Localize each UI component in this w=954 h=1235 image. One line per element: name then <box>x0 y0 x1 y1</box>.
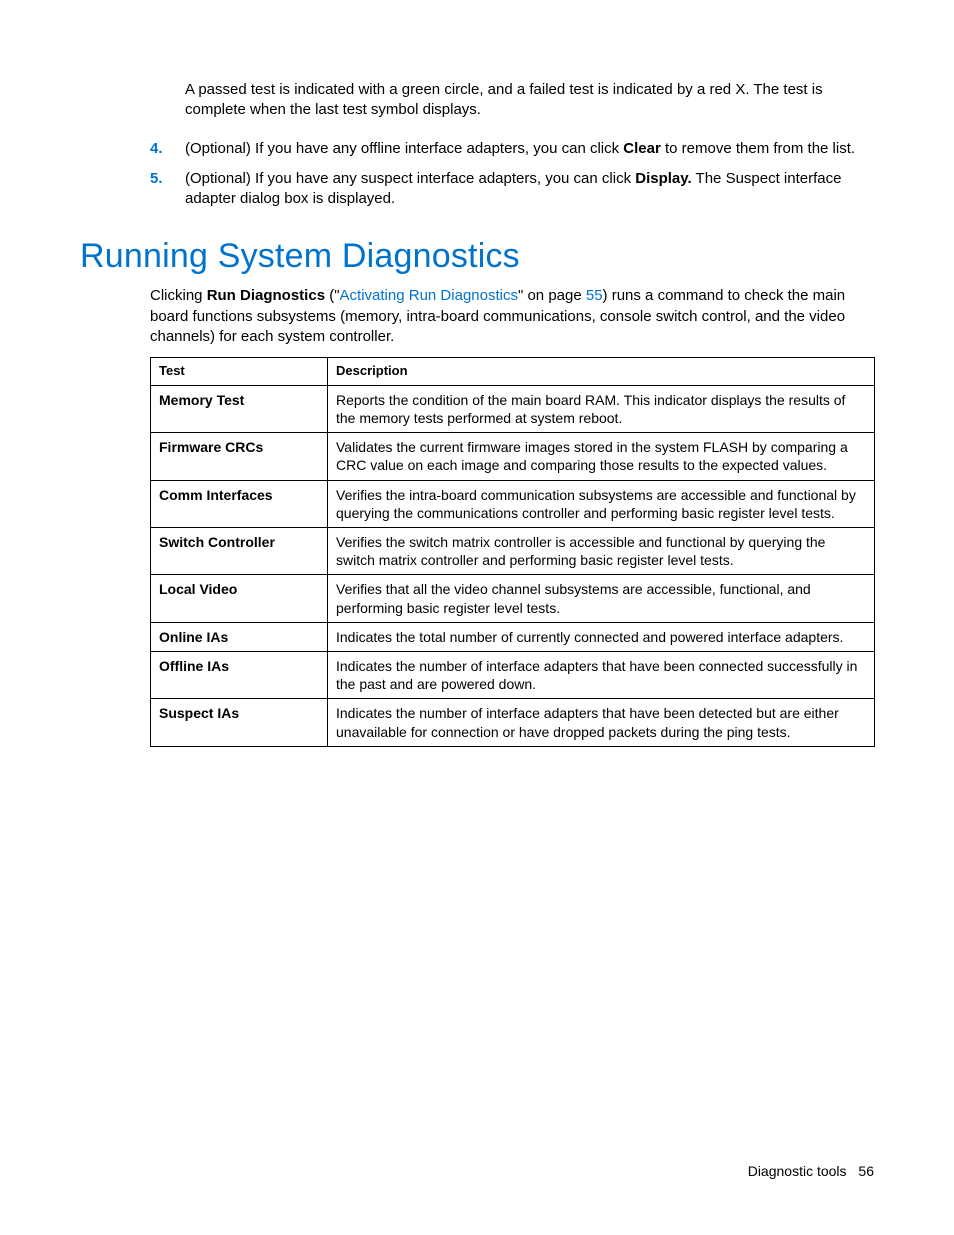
step-marker: 4. <box>150 139 163 159</box>
table-cell-test: Memory Test <box>151 385 328 432</box>
page-container: A passed test is indicated with a green … <box>0 0 954 1235</box>
step-text-before: (Optional) If you have any suspect inter… <box>185 170 635 187</box>
diagnostics-table: Test Description Memory Test Reports the… <box>150 357 875 747</box>
table-cell-test: Local Video <box>151 575 328 622</box>
section-mid: " on page <box>518 287 586 304</box>
section-bold: Run Diagnostics <box>207 287 325 304</box>
table-row: Firmware CRCs Validates the current firm… <box>151 433 875 480</box>
table-header-test: Test <box>151 358 328 386</box>
xref-link-page[interactable]: 55 <box>586 287 603 304</box>
table-cell-desc: Indicates the number of interface adapte… <box>328 699 875 746</box>
table-row: Offline IAs Indicates the number of inte… <box>151 651 875 698</box>
step-text-before: (Optional) If you have any offline inter… <box>185 140 623 157</box>
table-cell-test: Comm Interfaces <box>151 480 328 527</box>
step-text-after: to remove them from the list. <box>661 140 855 157</box>
table-cell-test: Offline IAs <box>151 651 328 698</box>
table-header-row: Test Description <box>151 358 875 386</box>
intro-paragraph: A passed test is indicated with a green … <box>185 80 874 121</box>
table-cell-desc: Validates the current firmware images st… <box>328 433 875 480</box>
section-paragraph: Clicking Run Diagnostics ("Activating Ru… <box>150 286 874 347</box>
table-cell-desc: Verifies the switch matrix controller is… <box>328 528 875 575</box>
step-item-4: 4. (Optional) If you have any offline in… <box>150 139 874 159</box>
table-header-description: Description <box>328 358 875 386</box>
table-cell-test: Suspect IAs <box>151 699 328 746</box>
section-paren-open: (" <box>325 287 340 304</box>
table-row: Comm Interfaces Verifies the intra-board… <box>151 480 875 527</box>
table-row: Suspect IAs Indicates the number of inte… <box>151 699 875 746</box>
table-row: Memory Test Reports the condition of the… <box>151 385 875 432</box>
table-cell-desc: Verifies that all the video channel subs… <box>328 575 875 622</box>
table-cell-test: Switch Controller <box>151 528 328 575</box>
step-item-5: 5. (Optional) If you have any suspect in… <box>150 169 874 210</box>
page-footer: Diagnostic tools 56 <box>748 1163 874 1179</box>
step-marker: 5. <box>150 169 163 189</box>
xref-link-text[interactable]: Activating Run Diagnostics <box>340 287 518 304</box>
step-text-bold: Display. <box>635 170 691 187</box>
table-row: Switch Controller Verifies the switch ma… <box>151 528 875 575</box>
section-pre: Clicking <box>150 287 207 304</box>
footer-section: Diagnostic tools <box>748 1163 847 1179</box>
table-cell-test: Online IAs <box>151 622 328 651</box>
step-list: 4. (Optional) If you have any offline in… <box>150 139 874 210</box>
step-text-bold: Clear <box>623 140 661 157</box>
table-cell-test: Firmware CRCs <box>151 433 328 480</box>
table-cell-desc: Verifies the intra-board communication s… <box>328 480 875 527</box>
table-cell-desc: Reports the condition of the main board … <box>328 385 875 432</box>
table-cell-desc: Indicates the total number of currently … <box>328 622 875 651</box>
section-heading: Running System Diagnostics <box>80 237 874 276</box>
table-row: Online IAs Indicates the total number of… <box>151 622 875 651</box>
intro-text: A passed test is indicated with a green … <box>185 81 823 118</box>
footer-page-number: 56 <box>858 1163 874 1179</box>
table-cell-desc: Indicates the number of interface adapte… <box>328 651 875 698</box>
table-row: Local Video Verifies that all the video … <box>151 575 875 622</box>
